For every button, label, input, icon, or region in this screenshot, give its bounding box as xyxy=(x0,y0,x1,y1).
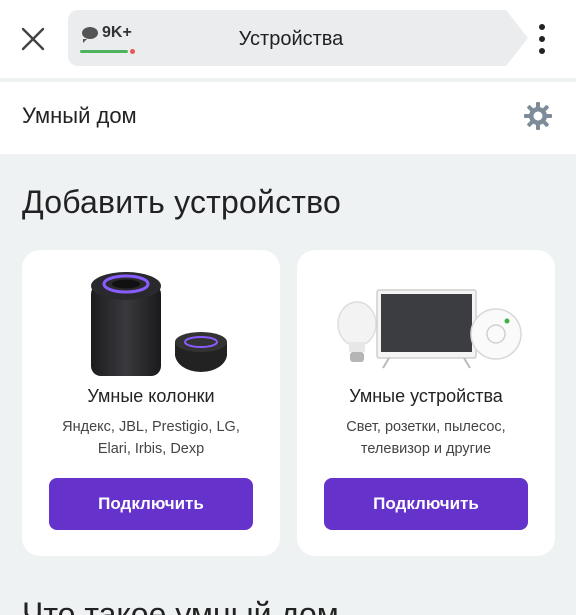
close-button[interactable] xyxy=(18,24,48,54)
close-icon xyxy=(21,27,45,51)
card-description-line: Elari, Irbis, Dexp xyxy=(97,441,205,457)
kebab-dot xyxy=(539,36,545,42)
top-bar: 9K+ Устройства xyxy=(0,0,576,78)
smart-speakers-card[interactable]: Умные колонки Яндекс, JBL, Prestigio, LG… xyxy=(22,250,280,556)
connect-devices-button[interactable]: Подключить xyxy=(324,478,528,530)
card-description-line: Свет, розетки, пылесос, xyxy=(346,419,506,435)
smart-home-title: Умный дом xyxy=(22,103,137,128)
what-is-smart-home-heading: Что такое умный дом xyxy=(22,596,339,615)
card-title: Умные колонки xyxy=(87,386,215,406)
smart-devices-card[interactable]: Умные устройства Свет, розетки, пылесос,… xyxy=(297,250,555,556)
settings-button[interactable] xyxy=(522,100,554,132)
address-pill[interactable]: 9K+ Устройства xyxy=(68,10,528,66)
card-description: Свет, розетки, пылесос, телевизор и друг… xyxy=(311,416,541,460)
smart-devices-image xyxy=(337,289,522,369)
page-title: Устройства xyxy=(238,28,344,50)
kebab-dot xyxy=(539,48,545,54)
smart-speakers-image xyxy=(91,272,227,376)
card-description-line: телевизор и другие xyxy=(360,441,492,457)
card-description-line: Яндекс, JBL, Prestigio, LG, xyxy=(62,419,240,435)
add-device-heading: Добавить устройство xyxy=(22,184,341,220)
card-title: Умные устройства xyxy=(349,386,503,406)
card-description: Яндекс, JBL, Prestigio, LG, Elari, Irbis… xyxy=(36,416,266,460)
connect-speakers-button[interactable]: Подключить xyxy=(49,478,253,530)
smart-home-header: Умный дом xyxy=(0,82,576,154)
menu-button[interactable] xyxy=(530,22,554,56)
gear-icon xyxy=(524,102,552,130)
kebab-menu-icon xyxy=(539,24,545,30)
